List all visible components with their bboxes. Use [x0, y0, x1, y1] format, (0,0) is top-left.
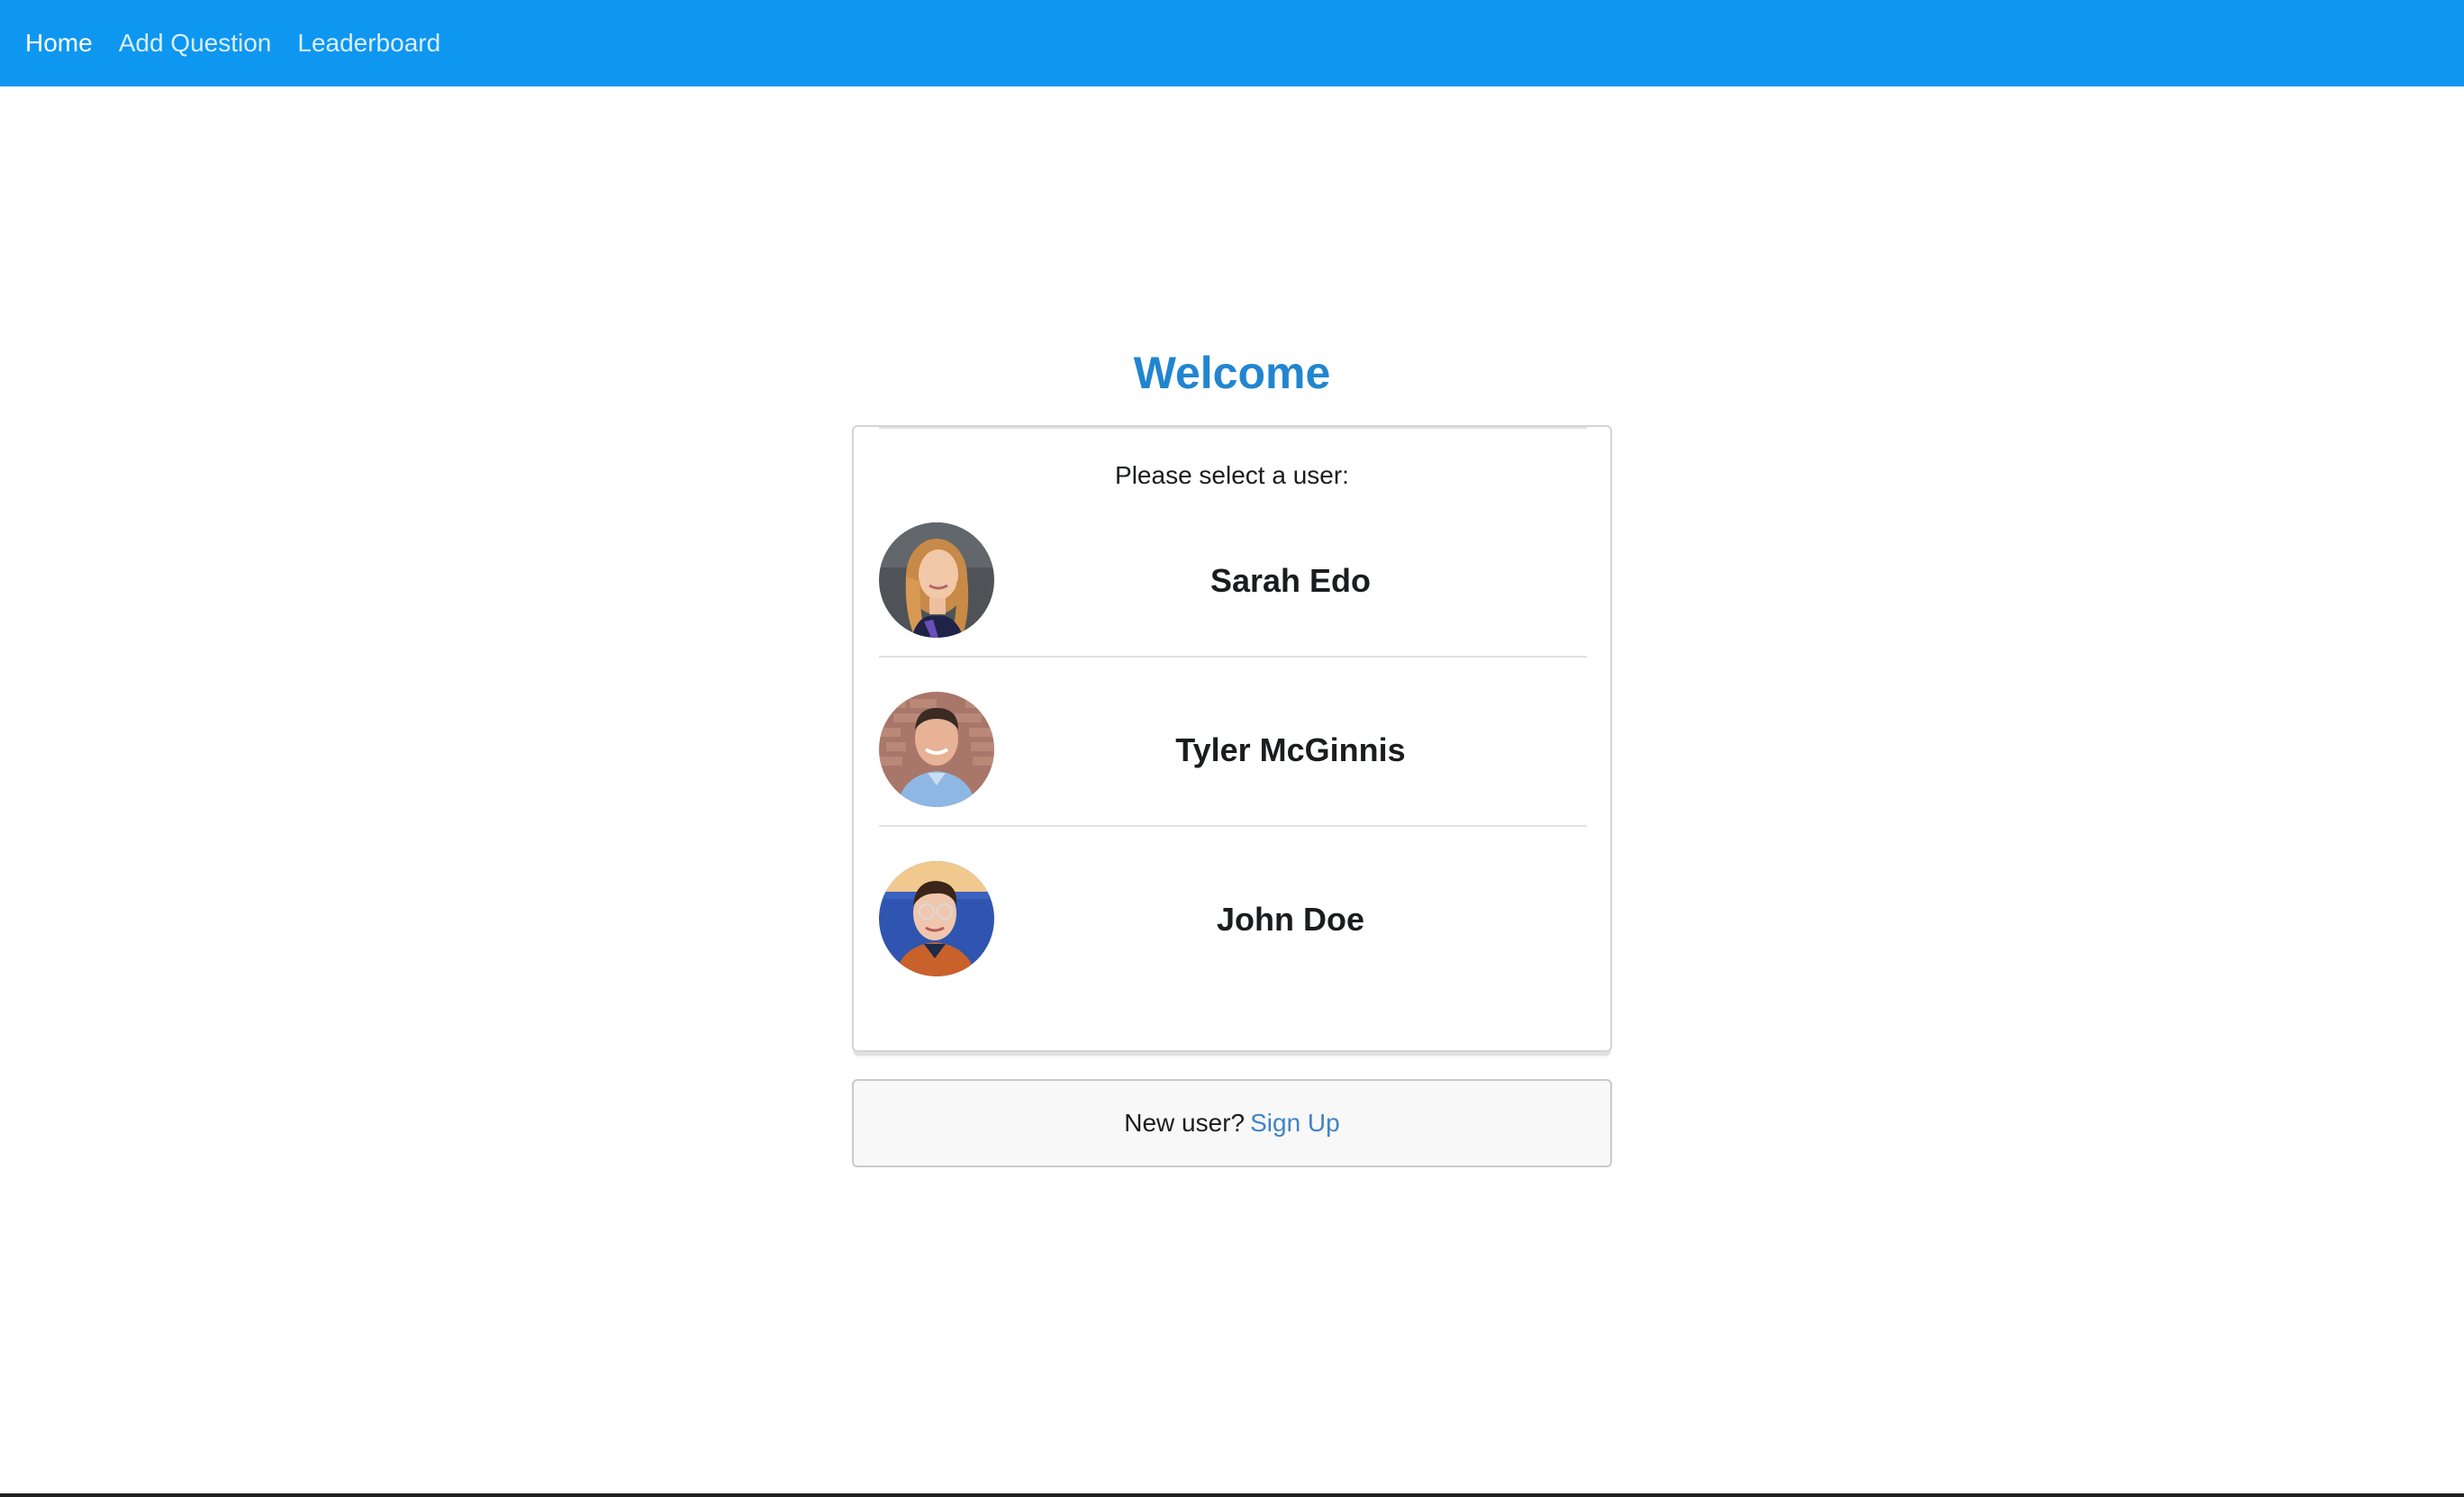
user-name: Tyler McGinnis: [1175, 731, 1406, 768]
page: Home Add Question Leaderboard Welcome Pl…: [0, 0, 2464, 1497]
user-name: Sarah Edo: [1209, 562, 1372, 599]
user-select-card: Please select a user: Sarah Edo Tyler Mc…: [852, 425, 1612, 1052]
nav-item-home[interactable]: Home: [25, 31, 93, 56]
new-user-text: New user?: [1124, 1109, 1246, 1137]
user-row-container: [879, 427, 1587, 429]
signup-message: New user? Sign Up: [852, 1079, 1612, 1167]
avatar-woman-blonde-icon: [879, 522, 994, 638]
nav-item-add-question[interactable]: Add Question: [119, 31, 272, 56]
user-name: John Doe: [1216, 901, 1364, 938]
top-navbar: Home Add Question Leaderboard: [0, 0, 2464, 86]
avatar-man-glasses-icon: [879, 861, 994, 976]
avatar-man-brick-wall-icon: [879, 692, 994, 807]
avatar: [879, 692, 994, 807]
page-title: Welcome: [1133, 348, 1331, 398]
user-row-sarah-edo[interactable]: Sarah Edo: [879, 522, 1587, 658]
select-user-prompt: Please select a user:: [1115, 461, 1349, 489]
signup-link[interactable]: Sign Up: [1250, 1109, 1340, 1138]
user-row-john-doe[interactable]: John Doe: [879, 861, 1587, 994]
avatar: [879, 522, 994, 638]
avatar: [879, 861, 994, 976]
nav-item-leaderboard[interactable]: Leaderboard: [297, 31, 440, 56]
user-row-tyler-mcginnis[interactable]: Tyler McGinnis: [879, 692, 1587, 827]
bottom-divider: [0, 1493, 2464, 1497]
